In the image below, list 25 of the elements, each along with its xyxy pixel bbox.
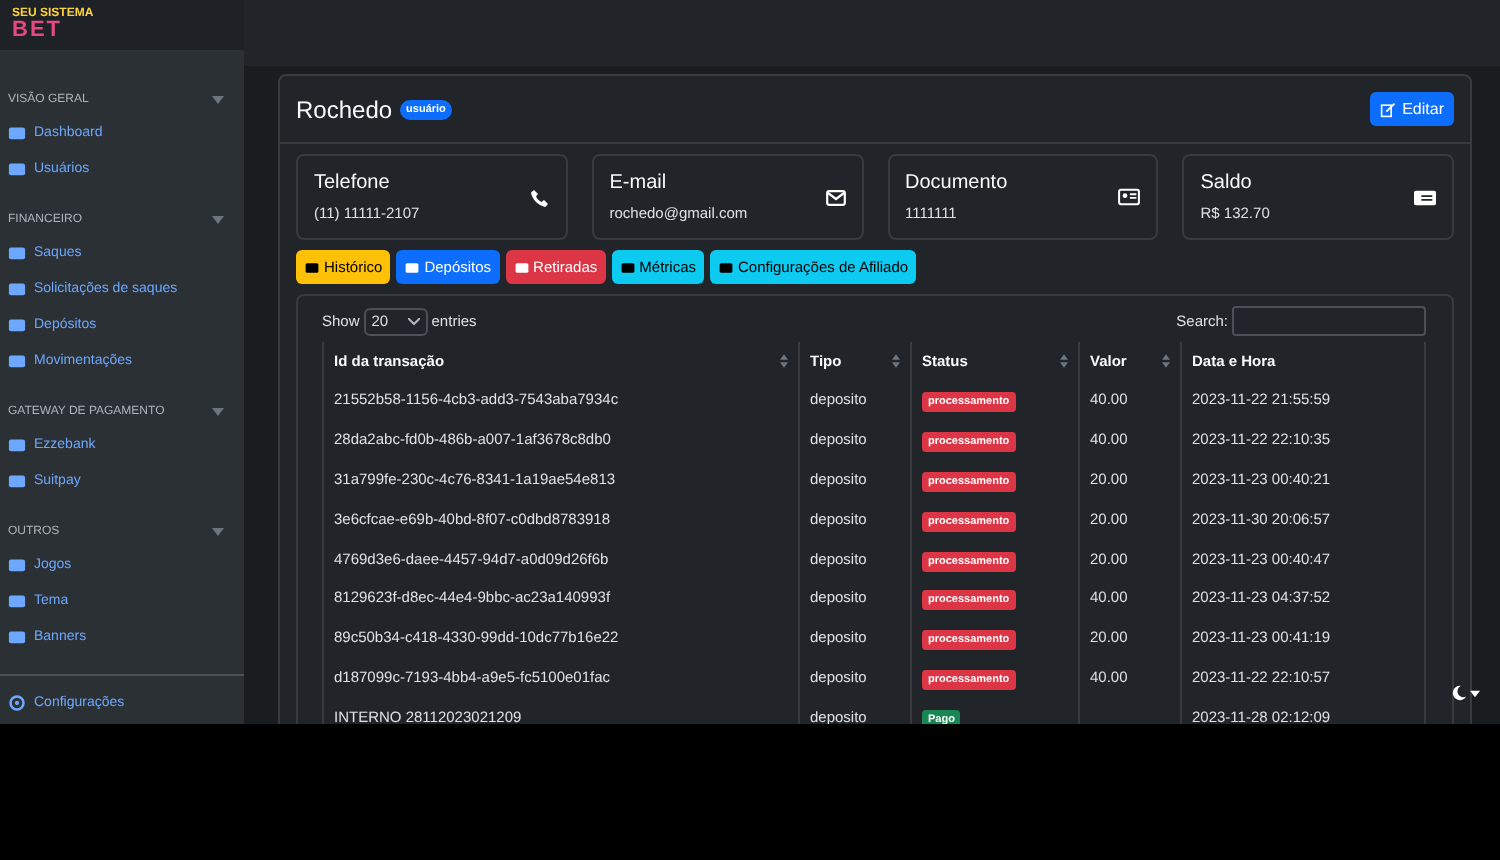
caret-icon[interactable] bbox=[1470, 689, 1480, 697]
money-icon bbox=[1414, 189, 1436, 205]
user-name: Rochedo bbox=[296, 95, 393, 123]
sort-icon[interactable] bbox=[892, 354, 900, 368]
info-title: Telefone bbox=[314, 172, 392, 194]
chevron-down-icon bbox=[407, 317, 420, 325]
edit-button[interactable]: Editar bbox=[1370, 92, 1454, 126]
info-title: Saldo bbox=[1200, 172, 1254, 194]
sort-icon[interactable] bbox=[780, 354, 788, 368]
edit-icon bbox=[1380, 101, 1397, 117]
settings-icon bbox=[8, 693, 26, 711]
rectangle-icon bbox=[718, 259, 734, 275]
sort-icon[interactable] bbox=[1060, 354, 1068, 368]
info-title: E-mail bbox=[609, 172, 669, 194]
envelope-icon bbox=[825, 189, 845, 205]
search-field[interactable] bbox=[1232, 306, 1426, 336]
moon-icon[interactable] bbox=[1450, 684, 1468, 702]
phone-icon bbox=[529, 187, 550, 207]
rectangle-icon bbox=[619, 259, 636, 275]
sort-icon[interactable] bbox=[1162, 354, 1170, 368]
rectangle-icon bbox=[513, 259, 530, 275]
info-title: Documento bbox=[905, 172, 1008, 194]
id-card-icon bbox=[1118, 188, 1141, 206]
rectangle-icon bbox=[404, 259, 421, 275]
rectangle-icon bbox=[304, 259, 320, 275]
